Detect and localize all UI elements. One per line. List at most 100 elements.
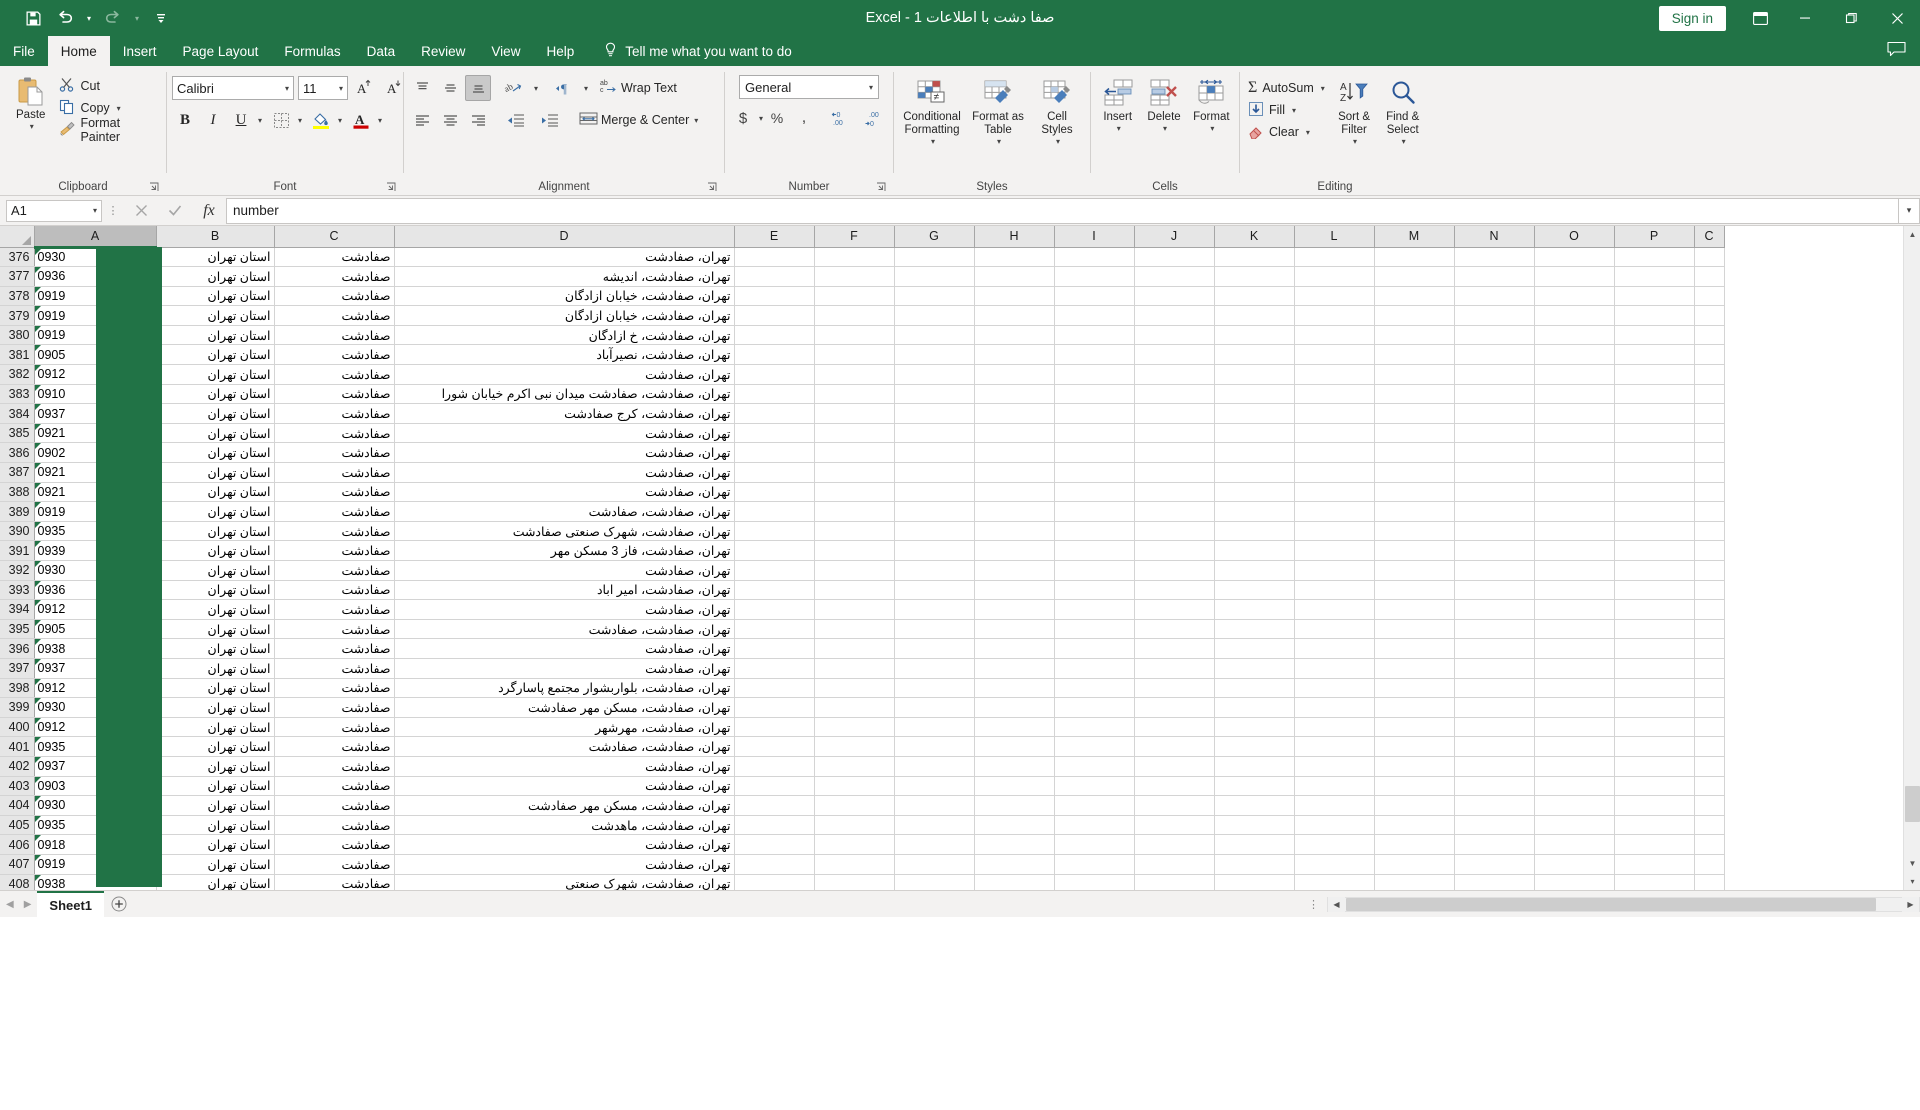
cell-empty[interactable]	[1614, 854, 1695, 875]
cell-empty[interactable]	[1374, 442, 1455, 464]
cell-empty[interactable]	[1454, 678, 1535, 699]
column-header-m[interactable]: M	[1374, 226, 1455, 248]
cell-empty[interactable]	[1294, 325, 1375, 346]
cell-empty[interactable]	[814, 638, 895, 659]
cell-empty[interactable]	[1134, 384, 1215, 405]
cell-empty[interactable]	[1614, 834, 1695, 855]
cell-empty[interactable]	[734, 540, 815, 561]
cell-empty[interactable]	[1134, 482, 1215, 503]
cell-empty[interactable]	[1054, 815, 1135, 836]
cell-empty[interactable]	[894, 462, 975, 483]
cell-empty[interactable]	[1214, 736, 1295, 757]
cell-empty[interactable]	[1614, 364, 1695, 385]
delete-cells-button[interactable]: Delete ▾	[1141, 73, 1186, 133]
enter-formula-button[interactable]	[158, 198, 192, 224]
tell-me-box[interactable]: Tell me what you want to do	[603, 36, 792, 66]
row-header[interactable]: 399	[0, 697, 35, 718]
cell-styles-dropdown-icon[interactable]: ▾	[1056, 137, 1060, 146]
cell-empty[interactable]	[1214, 717, 1295, 738]
cell-empty[interactable]	[974, 580, 1055, 601]
cell-empty[interactable]	[1214, 384, 1295, 405]
tab-view[interactable]: View	[478, 36, 533, 66]
cell-column-d[interactable]: تهران، صفادشت، صفادشت میدان نبی اکرم خیا…	[394, 384, 735, 405]
cell-empty[interactable]	[1614, 756, 1695, 777]
cell-empty[interactable]	[1534, 717, 1615, 738]
format-cells-button[interactable]: Format ▾	[1189, 73, 1234, 133]
cell-empty[interactable]	[1054, 521, 1135, 542]
cell-empty[interactable]	[894, 305, 975, 326]
cell-empty[interactable]	[1534, 580, 1615, 601]
cell-empty[interactable]	[1294, 305, 1375, 326]
percent-format-button[interactable]: %	[764, 105, 790, 131]
cell-empty[interactable]	[814, 247, 895, 268]
cell-empty[interactable]	[1614, 344, 1695, 366]
clear-dropdown-icon[interactable]: ▾	[1306, 128, 1310, 137]
cell-empty[interactable]	[894, 325, 975, 346]
cell-empty[interactable]	[894, 501, 975, 522]
cell-empty[interactable]	[1454, 776, 1535, 797]
cell-column-b[interactable]: استان تهران	[156, 776, 275, 797]
row-header[interactable]: 377	[0, 266, 35, 287]
cell-empty[interactable]	[1374, 795, 1455, 816]
cell-column-a[interactable]: 0938	[34, 638, 157, 659]
row-header[interactable]: 397	[0, 658, 35, 679]
cell-empty[interactable]	[814, 599, 895, 620]
cell-empty[interactable]	[1614, 540, 1695, 561]
cell-empty[interactable]	[974, 658, 1055, 679]
merge-center-dropdown-icon[interactable]: ▾	[694, 116, 698, 125]
sheet-nav-first-icon[interactable]: ◀	[6, 899, 14, 910]
cell-empty[interactable]	[1614, 325, 1695, 346]
cell-column-d[interactable]: تهران، صفادشت، شهرک صنعتی	[394, 874, 735, 890]
cell-column-a[interactable]: 0912	[34, 364, 157, 385]
cell-styles-button[interactable]: Cell Styles ▾	[1031, 73, 1083, 147]
cell-column-b[interactable]: استان تهران	[156, 678, 275, 699]
cell-column-d[interactable]: تهران، صفادشت، فاز 3 مسکن مهر	[394, 540, 735, 561]
cell-column-a[interactable]: 0935	[34, 736, 157, 757]
cell-empty[interactable]	[1134, 658, 1215, 679]
cell-column-d[interactable]: تهران، صفادشت، کرج صفادشت	[394, 403, 735, 424]
cell-column-b[interactable]: استان تهران	[156, 599, 275, 620]
cell-empty[interactable]	[1374, 540, 1455, 561]
cell-empty[interactable]	[1374, 776, 1455, 797]
tab-data[interactable]: Data	[354, 36, 409, 66]
cell-empty[interactable]	[1054, 599, 1135, 620]
cell-empty[interactable]	[1534, 638, 1615, 659]
cell-empty[interactable]	[894, 854, 975, 875]
cell-empty[interactable]	[1454, 540, 1535, 561]
cell-empty[interactable]	[1534, 423, 1615, 444]
format-as-table-button[interactable]: Format as Table ▾	[967, 73, 1029, 147]
cell-empty[interactable]	[1694, 599, 1725, 620]
cell-empty[interactable]	[1694, 344, 1725, 366]
cut-button[interactable]: Cut	[56, 75, 161, 97]
cell-empty[interactable]	[1294, 501, 1375, 522]
cell-empty[interactable]	[1694, 286, 1725, 307]
restore-button[interactable]	[1828, 0, 1874, 36]
cell-empty[interactable]	[734, 834, 815, 855]
cell-empty[interactable]	[1054, 619, 1135, 640]
cell-empty[interactable]	[734, 638, 815, 659]
cell-column-c[interactable]: صفادشت	[274, 286, 395, 307]
cell-empty[interactable]	[1454, 795, 1535, 816]
cell-empty[interactable]	[1694, 540, 1725, 561]
cell-empty[interactable]	[814, 619, 895, 640]
column-header-a[interactable]: A	[34, 226, 157, 249]
cell-empty[interactable]	[1534, 756, 1615, 777]
cell-column-c[interactable]: صفادشت	[274, 540, 395, 561]
cell-empty[interactable]	[1694, 834, 1725, 855]
cell-empty[interactable]	[974, 638, 1055, 659]
cell-column-c[interactable]: صفادشت	[274, 736, 395, 757]
cell-empty[interactable]	[1454, 501, 1535, 522]
cell-empty[interactable]	[1694, 560, 1725, 581]
align-top-button[interactable]	[409, 75, 435, 101]
cell-empty[interactable]	[1694, 305, 1725, 326]
cell-column-d[interactable]: تهران، صفادشت	[394, 247, 735, 268]
cell-empty[interactable]	[814, 521, 895, 542]
cell-empty[interactable]	[894, 599, 975, 620]
cell-column-b[interactable]: استان تهران	[156, 874, 275, 890]
bold-button[interactable]: B	[172, 107, 198, 133]
row-header[interactable]: 388	[0, 482, 35, 503]
paste-button[interactable]: Paste ▾	[5, 71, 56, 131]
scroll-down-button[interactable]: ▼	[1904, 855, 1920, 872]
cell-empty[interactable]	[814, 580, 895, 601]
cell-empty[interactable]	[1374, 874, 1455, 890]
